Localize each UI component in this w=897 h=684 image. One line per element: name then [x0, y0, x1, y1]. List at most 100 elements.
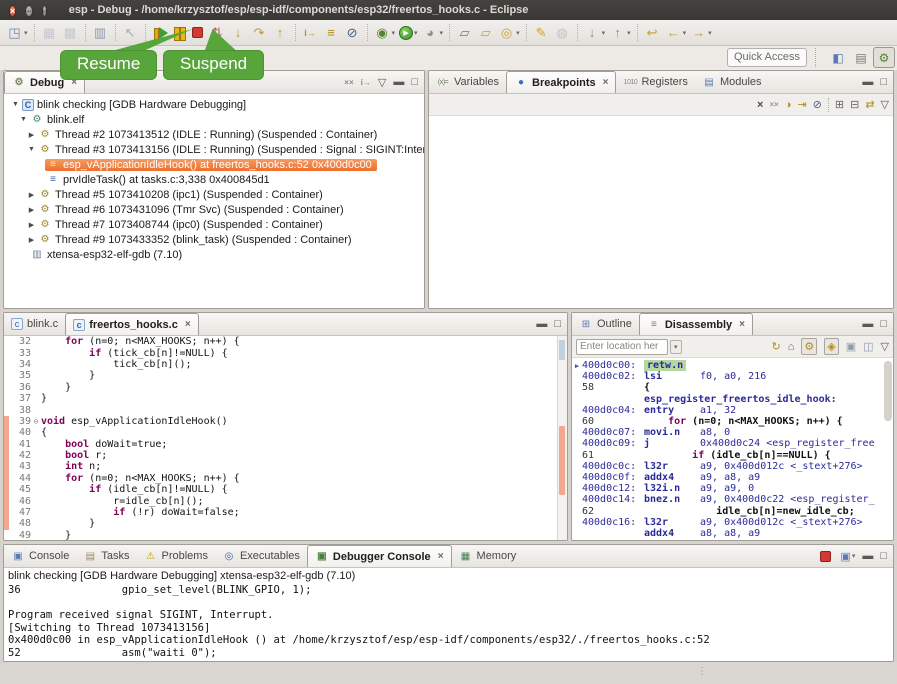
- show-source-toggle[interactable]: ⚙: [801, 338, 817, 355]
- code-line-45[interactable]: 45 if (idle_cb[n]!=NULL) {: [4, 484, 567, 495]
- home-button[interactable]: ⌂: [788, 341, 795, 353]
- search-button[interactable]: ◎▾: [496, 22, 522, 44]
- code-line-42[interactable]: 42 bool r;: [4, 450, 567, 461]
- select-trace-button[interactable]: ↖: [120, 22, 141, 44]
- maximize-button[interactable]: ▫: [42, 5, 47, 17]
- view-menu-button[interactable]: ▽: [881, 98, 889, 111]
- tab-console[interactable]: ▣Console: [4, 545, 76, 567]
- cpp-perspective-button[interactable]: ▤: [850, 47, 872, 68]
- code-line-43[interactable]: 43 int n;: [4, 461, 567, 472]
- back-button[interactable]: ←▾: [663, 22, 689, 44]
- disassembly-line[interactable]: 400d0c09:j0x400d0c24 <esp_register_free: [572, 438, 893, 449]
- code-line-46[interactable]: 46 r=idle_cb[n]();: [4, 495, 567, 506]
- tree-item-thread-9-1073433352-bl[interactable]: ▶⚙Thread #9 1073433352 (blink_task) (Sus…: [4, 232, 424, 247]
- pin-view-button[interactable]: ◫: [863, 340, 873, 353]
- tab-blink-c[interactable]: cblink.c: [4, 313, 65, 335]
- forward-button-dropdown-icon[interactable]: ▾: [708, 29, 712, 37]
- minimize-button[interactable]: ▬: [862, 550, 873, 562]
- close-tab-icon[interactable]: ×: [603, 77, 609, 88]
- view-menu-button[interactable]: ▽: [378, 76, 386, 89]
- refresh-view-button[interactable]: ↻: [772, 340, 781, 353]
- disassembly-line[interactable]: ▶400d0c00:retw.n: [572, 360, 893, 371]
- expander-icon[interactable]: ▶: [26, 206, 37, 214]
- disassembly-line[interactable]: addx4a8, a8, a9: [572, 528, 893, 539]
- fold-marker-icon[interactable]: ⊖: [31, 417, 41, 426]
- code-editor[interactable]: 32 for (n=0; n<MAX_HOOKS; n++) {33 if (t…: [4, 336, 567, 540]
- minimize-button[interactable]: −: [25, 5, 32, 17]
- link-with-debug-view-button[interactable]: ⇄: [865, 98, 874, 111]
- build-button[interactable]: ▥: [90, 22, 111, 44]
- previous-annotation-button[interactable]: ↑▾: [607, 22, 633, 44]
- terminate-button[interactable]: [188, 22, 207, 44]
- debug-button[interactable]: ◉▾: [372, 22, 398, 44]
- disassembly-line[interactable]: 400d0c07:movi.na8, 0: [572, 427, 893, 438]
- tree-item-blink-elf[interactable]: ▼⚙blink.elf: [4, 112, 424, 127]
- disassembly-line[interactable]: 400d0c16:l32ra9, 0x400d012c <_stext+276>: [572, 517, 893, 528]
- code-line-48[interactable]: 48 }: [4, 518, 567, 529]
- view-menu-button[interactable]: ▽: [881, 340, 889, 353]
- disassembly-line[interactable]: 400d0c0c:l32ra9, 0x400d012c <_stext+276>: [572, 461, 893, 472]
- tree-item-esp-vapplicationidlehook[interactable]: ≡esp_vApplicationIdleHook() at freertos_…: [4, 157, 424, 172]
- tree-item-blink-checking-gdb-hard[interactable]: ▼Cblink checking [GDB Hardware Debugging…: [4, 97, 424, 112]
- location-input[interactable]: [576, 339, 668, 355]
- open-web-browser-button[interactable]: ◍: [552, 22, 573, 44]
- maximize-button[interactable]: □: [880, 550, 887, 562]
- track-expression-toggle[interactable]: ◈: [824, 338, 838, 355]
- go-to-file-for-breakpoint-button[interactable]: ⇥: [797, 98, 806, 111]
- expander-icon[interactable]: ▼: [18, 116, 29, 123]
- overview-ruler[interactable]: [557, 336, 567, 540]
- skip-all-breakpoints-button[interactable]: ⊘: [342, 22, 363, 44]
- expander-icon[interactable]: ▼: [10, 101, 21, 108]
- disassembly-line[interactable]: 60 for (n=0; n<MAX_HOOKS; n++) {: [572, 416, 893, 427]
- run-button[interactable]: ▶▾: [397, 22, 420, 44]
- disassembly-line[interactable]: 400d0c0f:addx4a9, a8, a9: [572, 472, 893, 483]
- tab-outline[interactable]: ⊞Outline: [572, 313, 639, 335]
- trim-grip-icon[interactable]: ⋮: [697, 666, 708, 677]
- tab-disassembly[interactable]: ≡Disassembly×: [639, 313, 753, 335]
- disassembly-line[interactable]: 400d0c12:l32i.na9, a9, 0: [572, 483, 893, 494]
- code-line-38[interactable]: 38: [4, 404, 567, 415]
- collapse-all-button[interactable]: ⊟: [850, 98, 859, 111]
- previous-annotation-button-dropdown-icon[interactable]: ▾: [627, 29, 631, 37]
- new-wizard-button-dropdown-icon[interactable]: ▾: [24, 29, 28, 37]
- tab-registers[interactable]: 1010Registers: [616, 71, 694, 93]
- skip-all-breakpoints-button[interactable]: ⊘: [813, 98, 822, 111]
- debug-perspective-button[interactable]: ⚙: [873, 47, 895, 68]
- tree-item-thread-6-1073431096-tm[interactable]: ▶⚙Thread #6 1073431096 (Tmr Svc) (Suspen…: [4, 202, 424, 217]
- code-line-32[interactable]: 32 for (n=0; n<MAX_HOOKS; n++) {: [4, 336, 567, 347]
- tab-freertos-hooks-c[interactable]: cfreertos_hooks.c×: [65, 313, 199, 335]
- show-breakpoints-supported-button[interactable]: ◑: [785, 99, 792, 111]
- code-line-33[interactable]: 33 if (tick_cb[n]!=NULL) {: [4, 347, 567, 358]
- step-over-button[interactable]: ↷: [249, 22, 270, 44]
- maximize-button[interactable]: □: [880, 318, 887, 330]
- tree-item-thread-5-1073410208-ip[interactable]: ▶⚙Thread #5 1073410208 (ipc1) (Suspended…: [4, 187, 424, 202]
- suspend-button[interactable]: [170, 22, 188, 44]
- disassembly-line[interactable]: 400d0c02:lsif0, a0, 216: [572, 371, 893, 382]
- quick-access-button[interactable]: Quick Access: [727, 48, 807, 67]
- tab-debugger-console[interactable]: ▣Debugger Console×: [307, 545, 452, 567]
- back-button-dropdown-icon[interactable]: ▾: [683, 29, 687, 37]
- tab-executables[interactable]: ◎Executables: [215, 545, 307, 567]
- tab-modules[interactable]: ▤Modules: [695, 71, 769, 93]
- profile-button-dropdown-icon[interactable]: ▾: [440, 29, 444, 37]
- expander-icon[interactable]: ▶: [26, 131, 37, 139]
- instruction-stepping-button[interactable]: i→: [300, 22, 321, 44]
- display-selected-console-button[interactable]: ▣▾: [840, 550, 855, 563]
- next-annotation-button[interactable]: ↓▾: [582, 22, 608, 44]
- code-line-44[interactable]: 44 for (n=0; n<MAX_HOOKS; n++) {: [4, 473, 567, 484]
- tab-tasks[interactable]: ▤Tasks: [76, 545, 136, 567]
- step-return-button[interactable]: ↑: [270, 22, 291, 44]
- minimize-button[interactable]: ▬: [393, 76, 404, 88]
- tab-breakpoints[interactable]: ●Breakpoints×: [506, 71, 616, 93]
- disassembly-line[interactable]: 58{: [572, 382, 893, 393]
- save-all-button[interactable]: ▩: [60, 22, 81, 44]
- code-line-40[interactable]: 40{: [4, 427, 567, 438]
- location-dropdown-icon[interactable]: ▾: [670, 340, 682, 354]
- close-button[interactable]: ×: [9, 5, 16, 17]
- expand-all-button[interactable]: ⊞: [835, 98, 844, 111]
- tree-item-prvidletask-at-tasks-c[interactable]: ≡prvIdleTask() at tasks.c:3,338 0x400845…: [4, 172, 424, 187]
- disassembly-line[interactable]: 400d0c14:bnez.na9, 0x400d0c22 <esp_regis…: [572, 494, 893, 505]
- change-overview-mark[interactable]: [559, 426, 565, 495]
- minimize-button[interactable]: ▬: [862, 318, 873, 330]
- run-button-dropdown-icon[interactable]: ▾: [414, 29, 418, 37]
